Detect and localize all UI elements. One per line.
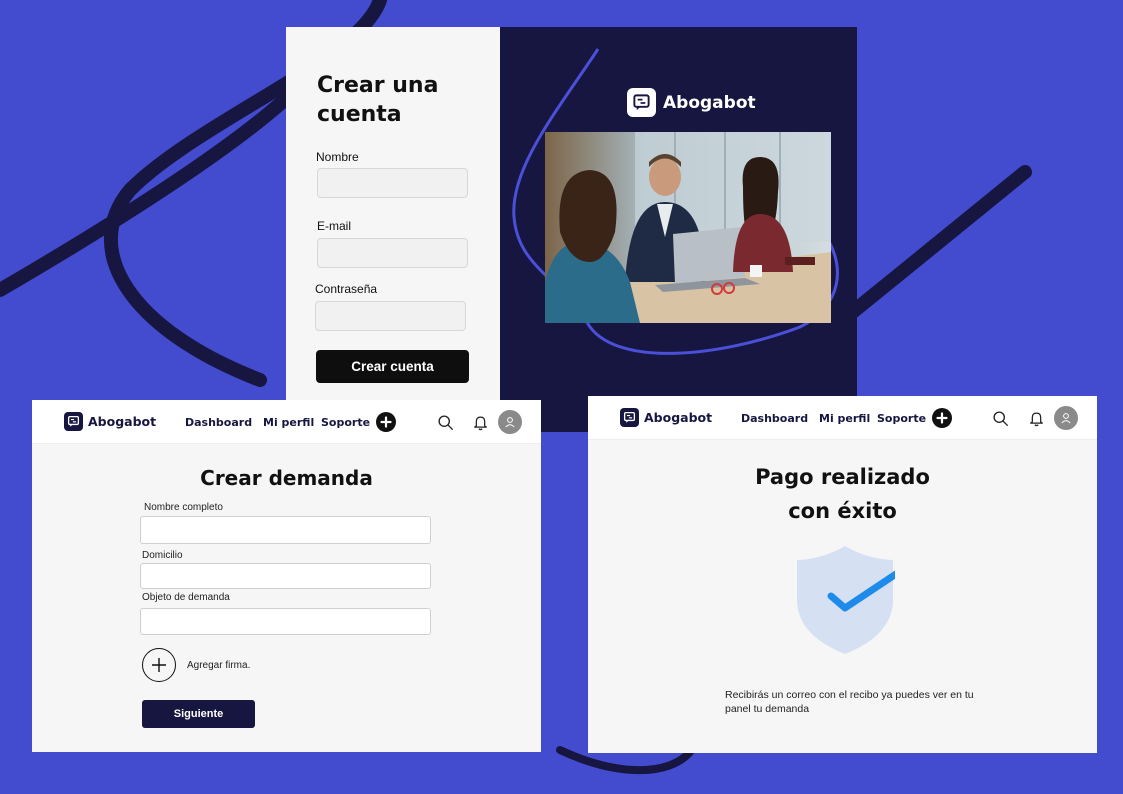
plus-icon[interactable] <box>376 412 396 432</box>
address-label: Domicilio <box>142 550 183 561</box>
nav-link-mi-perfil[interactable]: Mi perfil <box>819 412 870 425</box>
full-name-label: Nombre completo <box>144 502 223 513</box>
create-account-button[interactable]: Crear cuenta <box>316 350 469 383</box>
success-title-line1: Pago realizado <box>755 465 930 489</box>
demand-object-label: Objeto de demanda <box>142 592 230 603</box>
success-message: Recibirás un correo con el recibo ya pue… <box>725 689 974 715</box>
success-title-line2: con éxito <box>788 499 897 523</box>
search-icon[interactable] <box>435 412 455 432</box>
signup-form-panel: Crear una cuenta Nombre E-mail Contraseñ… <box>286 27 500 432</box>
full-name-input[interactable] <box>140 516 431 544</box>
nav-brand[interactable]: Abogabot <box>64 412 156 431</box>
nav-link-soporte[interactable]: Soporte <box>877 412 926 425</box>
signup-title: Crear una cuenta <box>317 73 439 127</box>
bell-icon[interactable] <box>1026 408 1046 428</box>
avatar[interactable] <box>1054 406 1078 430</box>
search-icon[interactable] <box>990 408 1010 428</box>
nav-brand[interactable]: Abogabot <box>620 408 712 427</box>
email-label: E-mail <box>317 219 352 233</box>
brand-name: Abogabot <box>88 414 157 429</box>
nav-link-mi-perfil[interactable]: Mi perfil <box>263 416 314 429</box>
shield-check-icon <box>797 546 895 654</box>
avatar[interactable] <box>498 410 522 434</box>
brand-name: Abogabot <box>644 410 713 425</box>
email-input[interactable] <box>317 238 468 268</box>
password-input[interactable] <box>315 301 466 331</box>
success-title: Pago realizado con éxito <box>588 460 1097 528</box>
user-icon <box>505 417 515 428</box>
chat-bot-icon <box>620 408 639 427</box>
chat-bot-icon <box>64 412 83 431</box>
user-icon <box>1061 413 1071 424</box>
top-navbar: Abogabot Dashboard Mi perfil Soporte <box>32 400 541 444</box>
brand-name: Abogabot <box>663 92 756 113</box>
top-navbar: Abogabot Dashboard Mi perfil Soporte <box>588 396 1097 440</box>
name-label: Nombre <box>316 150 359 164</box>
add-signature-button[interactable]: Agregar firma. <box>142 648 250 682</box>
bell-icon[interactable] <box>470 412 490 432</box>
hero-brand: Abogabot <box>627 88 756 117</box>
name-input[interactable] <box>317 168 468 198</box>
payment-success-window: Abogabot Dashboard Mi perfil Soporte Pag… <box>588 396 1097 753</box>
create-demand-window: Abogabot Dashboard Mi perfil Soporte Cre… <box>32 400 541 752</box>
password-label: Contraseña <box>315 282 378 296</box>
chat-bot-icon <box>627 88 656 117</box>
office-meeting-photo <box>545 132 831 323</box>
plus-circle-icon <box>142 648 176 682</box>
nav-link-soporte[interactable]: Soporte <box>321 416 370 429</box>
add-signature-label: Agregar firma. <box>187 659 251 671</box>
address-input[interactable] <box>140 563 431 589</box>
next-button[interactable]: Siguiente <box>142 700 255 728</box>
nav-link-dashboard[interactable]: Dashboard <box>185 416 252 429</box>
demand-object-input[interactable] <box>140 608 431 635</box>
signup-hero-panel: Abogabot <box>500 27 857 432</box>
nav-link-dashboard[interactable]: Dashboard <box>741 412 808 425</box>
page-title: Crear demanda <box>200 466 373 490</box>
plus-icon[interactable] <box>932 408 952 428</box>
